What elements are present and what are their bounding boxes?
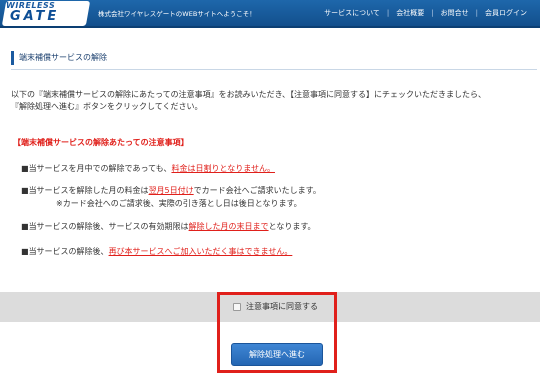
bullet-icon: ■ (21, 164, 29, 173)
notice-item-text: 当サービスを月中での解除であっても、 (28, 164, 172, 173)
notice-item: ■当サービスの解除後、サービスの有効期限は解除した月の末日までとなります。 (21, 221, 316, 233)
notice-item: ■当サービスを月中での解除であっても、料金は日割りとなりません。 (21, 163, 275, 175)
logo-text-bottom: GATE (10, 9, 60, 24)
nav-company[interactable]: 会社概要 (389, 8, 431, 18)
notice-item-emphasis: 再び本サービスへご加入いただく事はできません。 (108, 247, 293, 256)
page-title: 端末補償サービスの解除 (11, 51, 107, 65)
notice-item: ■当サービスを解除した月の料金は翌月5日付けでカード会社へご請求いたします。 (21, 185, 321, 197)
notice-item-text: 当サービスの解除後、 (28, 247, 109, 256)
site-header: WIRELESS GATE 株式会社ワイヤレスゲートのWEBサイトへようこそ！ … (0, 0, 540, 28)
notice-item-emphasis: 翌月5日付け (148, 186, 194, 195)
highlight-box (217, 292, 337, 373)
notice-item-text: 当サービスを解除した月の料金は (28, 186, 149, 195)
bullet-icon: ■ (21, 186, 29, 195)
notice-item-text: 当サービスの解除後、サービスの有効期限は (28, 222, 189, 231)
nav-member-login[interactable]: 会員ログイン (478, 8, 534, 18)
header-tagline: 株式会社ワイヤレスゲートのWEBサイトへようこそ！ (98, 10, 256, 18)
notice-item-emphasis: 解除した月の末日まで (188, 222, 269, 231)
nav-service-about[interactable]: サービスについて (317, 8, 387, 18)
top-nav: サービスについて | 会社概要 | お問合せ | 会員ログイン (317, 0, 534, 26)
intro-line-2: 『解除処理へ進む』ボタンをクリックしてください。 (11, 102, 203, 111)
bullet-icon: ■ (21, 222, 29, 231)
notice-item: ■当サービスの解除後、再び本サービスへご加入いただく事はできません。 (21, 246, 292, 258)
nav-contact[interactable]: お問合せ (434, 8, 476, 18)
title-divider (11, 69, 537, 70)
intro-line-1: 以下の『端末補償サービスの解除にあたっての注意事項』をお読みいただき、【注意事項… (11, 90, 487, 99)
notice-subnote: ※カード会社へのご請求後、実際の引き落とし日は後日となります。 (56, 199, 302, 208)
notice-item-emphasis: 料金は日割りとなりません。 (171, 164, 275, 173)
notice-item-text: でカード会社へご請求いたします。 (193, 186, 321, 195)
intro-text: 以下の『端末補償サービスの解除にあたっての注意事項』をお読みいただき、【注意事項… (11, 89, 531, 113)
bullet-icon: ■ (21, 247, 29, 256)
notice-item-text: となります。 (268, 222, 316, 231)
notice-heading: 【端末補償サービスの解除あたっての注意事項】 (13, 138, 189, 147)
